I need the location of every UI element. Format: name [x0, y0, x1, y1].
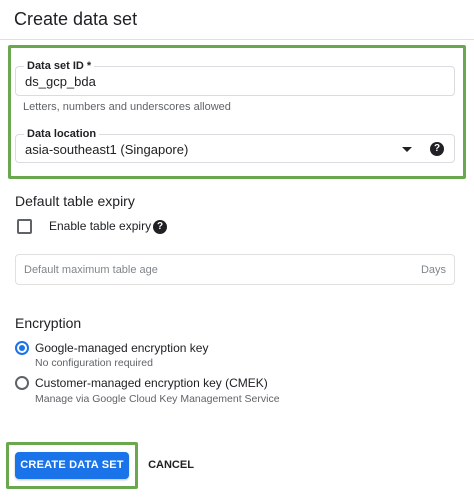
data-location-label: Data location: [24, 127, 100, 141]
page-title: Create data set: [14, 9, 138, 29]
enable-expiry-label[interactable]: Enable table expiry: [49, 219, 151, 233]
data-location-select[interactable]: Data location asia-southeast1 (Singapore…: [15, 127, 455, 163]
help-circle-icon[interactable]: ?: [430, 142, 444, 156]
enable-expiry-checkbox[interactable]: [17, 219, 32, 234]
encryption-title: Encryption: [15, 315, 82, 331]
cancel-button[interactable]: CANCEL: [142, 452, 200, 479]
table-expiry-title: Default table expiry: [15, 193, 135, 209]
dataset-id-helper: Letters, numbers and underscores allowed: [23, 101, 231, 113]
create-data-set-button[interactable]: CREATE DATA SET: [15, 452, 129, 479]
dataset-id-field[interactable]: Data set ID * ds_gcp_bda: [15, 59, 455, 96]
google-managed-key-label[interactable]: Google-managed encryption key: [35, 341, 208, 355]
data-location-value[interactable]: asia-southeast1 (Singapore): [25, 142, 188, 157]
cmek-label[interactable]: Customer-managed encryption key (CMEK): [35, 376, 268, 390]
dropdown-arrow-icon[interactable]: [402, 147, 412, 152]
cmek-radio[interactable]: [15, 376, 29, 390]
dataset-id-label: Data set ID *: [24, 59, 95, 73]
max-table-age-input[interactable]: Default maximum table age Days: [15, 254, 455, 285]
max-table-age-placeholder: Default maximum table age: [24, 264, 158, 276]
cmek-sublabel: Manage via Google Cloud Key Management S…: [35, 393, 280, 405]
days-suffix: Days: [420, 264, 446, 276]
dataset-id-value[interactable]: ds_gcp_bda: [25, 74, 96, 89]
google-managed-key-sublabel: No configuration required: [35, 357, 153, 369]
google-managed-key-radio[interactable]: [15, 341, 29, 355]
expiry-help-icon[interactable]: ?: [153, 220, 167, 234]
dialog-header: Create data set: [0, 0, 474, 40]
